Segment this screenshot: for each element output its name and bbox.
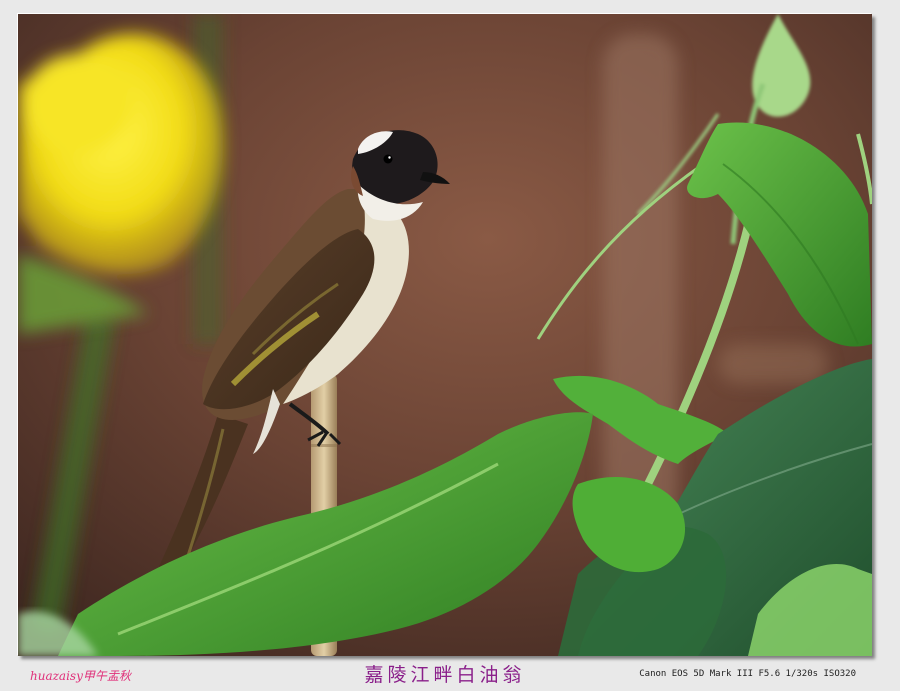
- exif-info: Canon EOS 5D Mark III F5.6 1/320s ISO320: [639, 669, 856, 679]
- caption-bar: huazaisy甲午盂秋 嘉陵江畔白油翁 Canon EOS 5D Mark I…: [18, 658, 872, 688]
- photo-frame: huazaisy甲午盂秋 嘉陵江畔白油翁 Canon EOS 5D Mark I…: [0, 0, 900, 691]
- bird-photo: [18, 14, 872, 656]
